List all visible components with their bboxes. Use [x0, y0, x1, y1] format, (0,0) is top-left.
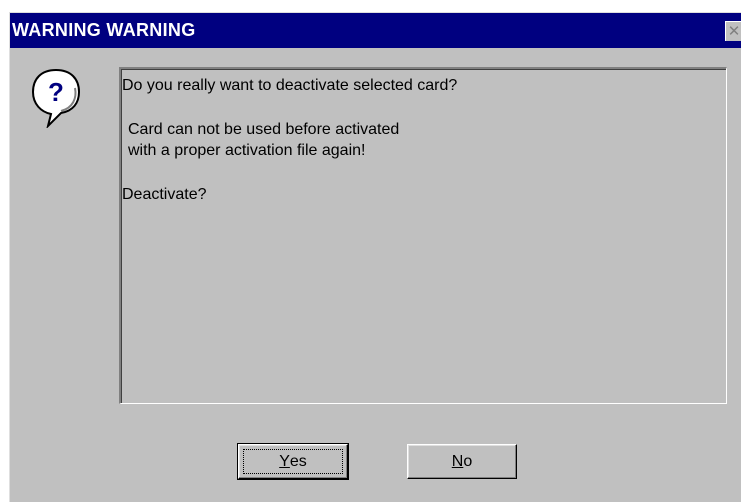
- message-prompt: Deactivate?: [122, 186, 207, 203]
- window-title: WARNING WARNING: [12, 20, 196, 40]
- close-button[interactable]: ✕: [725, 21, 741, 41]
- question-glyph: ?: [48, 77, 64, 107]
- no-access-key: N: [451, 452, 464, 470]
- no-label-rest: o: [463, 452, 473, 470]
- no-button-label: No: [412, 449, 512, 474]
- message-detail-line2: with a proper activation file again!: [128, 142, 366, 159]
- yes-button-label: Yes: [243, 449, 343, 474]
- question-icon: ?: [31, 68, 81, 128]
- yes-button[interactable]: Yes: [237, 443, 349, 480]
- warning-dialog: WARNING WARNING ✕ ? Do you really want t…: [9, 12, 741, 502]
- title-bar[interactable]: WARNING WARNING ✕: [10, 13, 741, 48]
- message-detail-line1: Card can not be used before activated: [128, 121, 400, 138]
- yes-access-key: Y: [279, 452, 290, 470]
- close-icon: ✕: [727, 22, 741, 40]
- message-panel: Do you really want to deactivate selecte…: [119, 67, 727, 404]
- no-button[interactable]: No: [407, 444, 517, 479]
- message-question: Do you really want to deactivate selecte…: [122, 77, 458, 94]
- yes-label-rest: es: [289, 452, 307, 470]
